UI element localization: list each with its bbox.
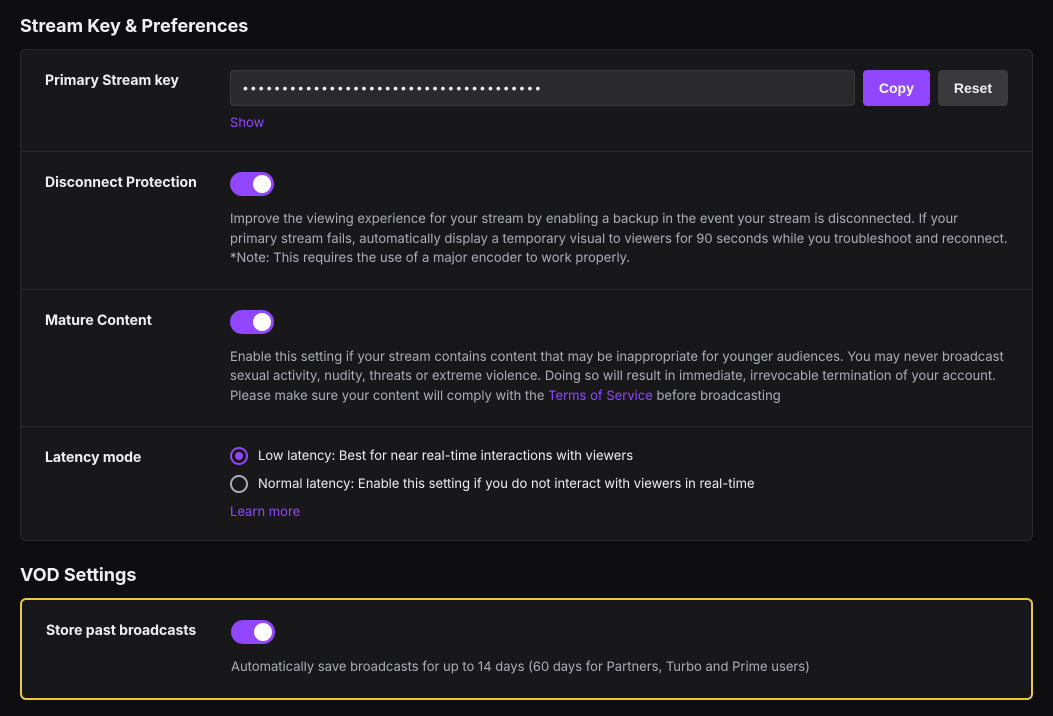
stream-key-input[interactable] xyxy=(230,70,855,106)
mature-content-row: Mature Content Enable this setting if yo… xyxy=(21,290,1032,428)
terms-of-service-link[interactable]: Terms of Service xyxy=(548,388,653,404)
disconnect-protection-description: Improve the viewing experience for your … xyxy=(230,210,1008,269)
vod-settings-panel: Store past broadcasts Automatically save… xyxy=(20,598,1033,700)
mature-content-desc-after: before broadcasting xyxy=(653,388,781,404)
store-broadcasts-label: Store past broadcasts xyxy=(46,620,231,639)
mature-content-description: Enable this setting if your stream conta… xyxy=(230,348,1008,407)
latency-radio-group: Low latency: Best for near real-time int… xyxy=(230,447,1008,493)
page-container: Stream Key & Preferences Primary Stream … xyxy=(0,0,1053,716)
stream-key-content: Copy Reset Show xyxy=(230,70,1008,131)
latency-mode-content: Low latency: Best for near real-time int… xyxy=(230,447,1008,520)
mature-content-toggle[interactable] xyxy=(230,310,274,334)
store-broadcasts-content: Automatically save broadcasts for up to … xyxy=(231,620,1007,678)
low-latency-label: Low latency: Best for near real-time int… xyxy=(258,448,633,464)
disconnect-protection-label: Disconnect Protection xyxy=(45,172,230,191)
latency-mode-label: Latency mode xyxy=(45,447,230,466)
latency-mode-row: Latency mode Low latency: Best for near … xyxy=(21,427,1032,540)
copy-button[interactable]: Copy xyxy=(863,70,930,106)
disconnect-protection-content: Improve the viewing experience for your … xyxy=(230,172,1008,269)
store-broadcasts-row: Store past broadcasts Automatically save… xyxy=(22,600,1031,698)
disconnect-protection-row: Disconnect Protection Improve the viewin… xyxy=(21,152,1032,290)
mature-content-label: Mature Content xyxy=(45,310,230,329)
disconnect-protection-toggle[interactable] xyxy=(230,172,274,196)
stream-key-row: Primary Stream key Copy Reset Show xyxy=(21,50,1032,152)
page-title: Stream Key & Preferences xyxy=(20,16,1033,37)
stream-key-label: Primary Stream key xyxy=(45,70,230,89)
low-latency-radio[interactable] xyxy=(230,447,248,465)
stream-key-input-row: Copy Reset xyxy=(230,70,1008,106)
store-broadcasts-toggle[interactable] xyxy=(231,620,275,644)
show-link[interactable]: Show xyxy=(230,115,264,131)
learn-more-link[interactable]: Learn more xyxy=(230,504,300,520)
mature-content-content: Enable this setting if your stream conta… xyxy=(230,310,1008,407)
store-broadcasts-description: Automatically save broadcasts for up to … xyxy=(231,658,1007,678)
normal-latency-radio[interactable] xyxy=(230,475,248,493)
normal-latency-label: Normal latency: Enable this setting if y… xyxy=(258,476,755,492)
normal-latency-option[interactable]: Normal latency: Enable this setting if y… xyxy=(230,475,1008,493)
reset-button[interactable]: Reset xyxy=(938,70,1008,106)
vod-settings-title: VOD Settings xyxy=(20,565,1033,586)
low-latency-option[interactable]: Low latency: Best for near real-time int… xyxy=(230,447,1008,465)
stream-settings-panel: Primary Stream key Copy Reset Show Disco… xyxy=(20,49,1033,541)
